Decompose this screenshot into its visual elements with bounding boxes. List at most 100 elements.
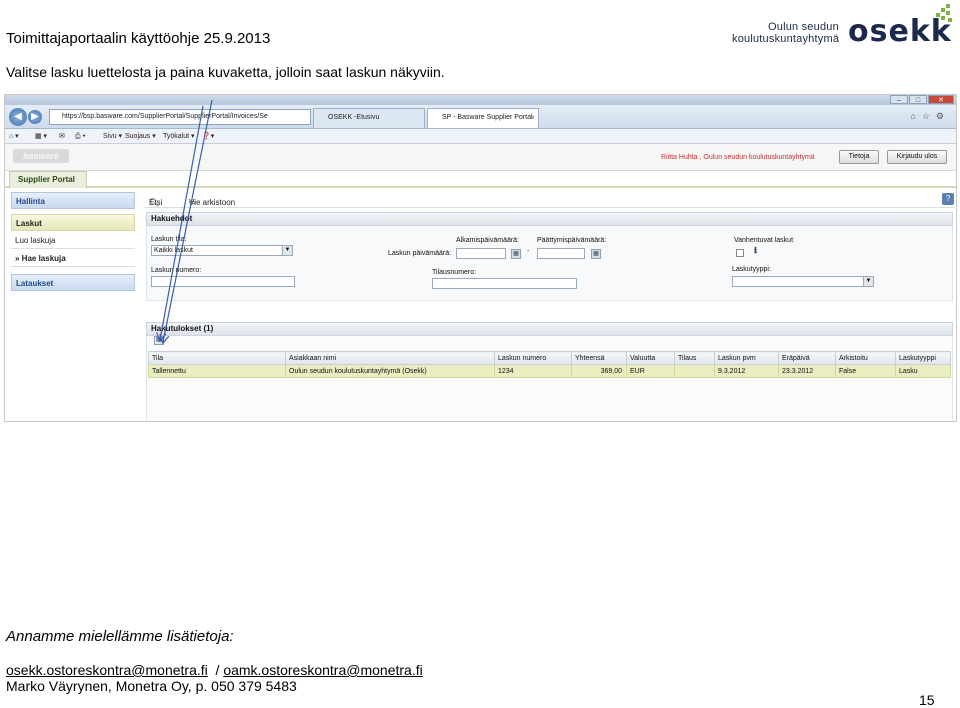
cell-asiakkaan-nimi: Oulun seudun koulutuskuntayhtymä (Osekk)	[285, 364, 495, 378]
info-icon: ℹ	[754, 246, 758, 255]
vie-arkistoon-label: Vie arkistoon	[189, 198, 236, 207]
alkamispaivamaara-label: Alkamispäivämäärä:	[456, 237, 520, 244]
footer-contacts: osekk.ostoreskontra@monetra.fi / oamk.os…	[6, 662, 423, 678]
tab-label: SP - Basware Supplier Portal	[442, 114, 533, 121]
sidebar-item-laskut[interactable]: Laskut	[11, 214, 135, 231]
tilausnumero-input[interactable]	[432, 278, 577, 289]
url-field[interactable]: https://bsp.basware.com/SupplierPortal/S…	[49, 109, 311, 125]
portal-menu: Supplier Portal	[5, 171, 956, 188]
cell-tilaus	[674, 364, 715, 378]
laskun-tila-label: Laskun tila:	[151, 236, 187, 243]
vanhentuvat-checkbox[interactable]	[736, 249, 744, 257]
user-info: Riitta Huhta , Oulun seudun koulutuskunt…	[661, 154, 815, 161]
browser-screenshot: – □ ✕ ◀ ▶ https://bsp.basware.com/Suppli…	[4, 94, 957, 422]
sidebar-item-hae-laskuja[interactable]: » Hae laskuja	[11, 250, 135, 267]
window-buttons: – □ ✕	[889, 95, 954, 105]
column-header[interactable]: Yhteensä	[571, 351, 627, 365]
column-header[interactable]: Arkistoitu	[835, 351, 896, 365]
logo-line2: koulutuskuntayhtymä	[732, 33, 840, 45]
cell-laskun-pvm: 9.3.2012	[714, 364, 779, 378]
address-bar: ◀ ▶ https://bsp.basware.com/SupplierPort…	[5, 105, 956, 129]
app-header: basware Riitta Huhta , Oulun seudun koul…	[5, 144, 956, 171]
laskun-numero-input[interactable]	[151, 276, 295, 287]
column-header[interactable]: Tilaus	[674, 351, 715, 365]
double-chevron-icon: »	[15, 254, 22, 263]
cell-valuutta: EUR	[626, 364, 675, 378]
table-row[interactable]: Tallennettu Oulun seudun koulutuskuntayh…	[148, 364, 951, 378]
command-bar: ⌂ ▾ ▦ ▾ ✉ ⎙ ▾ Sivu ▾ Suojaus ▾ Työkalut …	[5, 129, 956, 144]
print-icon[interactable]: ⎙ ▾	[75, 129, 86, 144]
etsi-label: Etsi	[149, 198, 163, 207]
search-toolbar: 🔍︎ Etsi ⇨ Vie arkistoon ?	[145, 192, 954, 208]
column-header[interactable]: Laskun numero	[494, 351, 572, 365]
sidebar: Hallinta Laskut Luo laskuja » Hae laskuj…	[11, 192, 135, 300]
email-separator: /	[207, 662, 224, 678]
close-tab-icon[interactable]: ×	[530, 109, 535, 127]
mail-icon[interactable]: ✉	[59, 129, 65, 144]
laskun-numero-label: Laskun numero:	[151, 267, 202, 274]
paattymispaivamaara-label: Päättymispäivämäärä:	[537, 237, 607, 244]
sidebar-item-hallinta[interactable]: Hallinta	[11, 192, 135, 209]
basware-logo: basware	[13, 149, 69, 163]
sidebar-item-lataukset[interactable]: Lataukset	[11, 274, 135, 291]
tab-osekk-etusivu[interactable]: OSEKK -Etusivu	[313, 108, 425, 128]
column-header[interactable]: Laskun pvm	[714, 351, 779, 365]
column-header[interactable]: Tila	[148, 351, 286, 365]
tietoja-button[interactable]: Tietoja	[839, 150, 879, 164]
column-header[interactable]: Eräpäivä	[778, 351, 836, 365]
table-header-row: Tila Asiakkaan nimi Laskun numero Yhteen…	[148, 351, 951, 365]
feeds-icon[interactable]: ▦ ▾	[35, 129, 47, 144]
menu-sivu[interactable]: Sivu ▾	[103, 129, 122, 144]
column-header[interactable]: Valuutta	[626, 351, 675, 365]
footer-contact-person: Marko Väyrynen, Monetra Oy, p. 050 379 5…	[6, 678, 297, 694]
sidebar-item-label: Hae laskuja	[21, 254, 66, 263]
column-header[interactable]: Laskutyyppi	[895, 351, 951, 365]
instruction-text: Valitse lasku luettelosta ja paina kuvak…	[6, 64, 445, 80]
laskun-tila-value: Kaikki laskut	[154, 247, 193, 254]
browser-toolbar-icons[interactable]: ⌂☆⚙	[910, 111, 950, 122]
footer-intro: Annamme mielellämme lisätietoja:	[6, 628, 234, 645]
help-icon[interactable]: ?	[942, 193, 954, 205]
tab-supplier-portal-app[interactable]: Supplier Portal	[9, 171, 87, 188]
document-title: Toimittajaportaalin käyttöohje 25.9.2013	[6, 30, 271, 47]
hakutulokset-heading: Hakutulokset (1)	[146, 322, 953, 336]
cell-tila: Tallennettu	[148, 364, 286, 378]
forward-arrow-icon[interactable]: ▶	[28, 110, 42, 124]
help-menu-icon[interactable]: ❓▾	[202, 129, 214, 144]
cell-laskun-numero: 1234	[494, 364, 572, 378]
sidebar-item-luo-laskuja[interactable]: Luo laskuja	[11, 232, 135, 249]
laskutyyppi-label: Laskutyyppi:	[732, 266, 771, 273]
cell-erapaiva: 23.3.2012	[778, 364, 836, 378]
minimize-button[interactable]: –	[890, 95, 908, 104]
osekk-logo: Oulun seudun koulutuskuntayhtymä osekk	[732, 4, 956, 49]
email-link-oamk[interactable]: oamk.ostoreskontra@monetra.fi	[223, 662, 422, 678]
maximize-button[interactable]: □	[909, 95, 927, 104]
kirjaudu-ulos-button[interactable]: Kirjaudu ulos	[887, 150, 947, 164]
menu-suojaus[interactable]: Suojaus ▾	[125, 129, 156, 144]
close-window-button[interactable]: ✕	[928, 95, 954, 104]
back-arrow-icon[interactable]: ◀	[9, 108, 27, 126]
results-area	[146, 336, 953, 421]
chevron-down-icon: ▼	[282, 246, 292, 255]
email-link-osekk[interactable]: osekk.ostoreskontra@monetra.fi	[6, 662, 208, 678]
view-invoice-icon[interactable]: ▤	[154, 336, 164, 345]
home-icon[interactable]: ⌂ ▾	[9, 129, 19, 144]
alkamispaivamaara-input[interactable]	[456, 248, 506, 259]
calendar-icon[interactable]: ▦	[511, 249, 521, 259]
results-table: Tila Asiakkaan nimi Laskun numero Yhteen…	[148, 351, 951, 378]
date-range-dash: -	[527, 248, 530, 255]
tab-label: OSEKK -Etusivu	[328, 114, 380, 121]
column-header[interactable]: Asiakkaan nimi	[285, 351, 495, 365]
laskun-paivamaara-label: Laskun päivämäärä:	[388, 250, 452, 257]
laskun-tila-select[interactable]: Kaikki laskut ▼	[151, 245, 293, 256]
tilausnumero-label: Tilausnumero:	[432, 269, 477, 276]
menu-tyokalut[interactable]: Työkalut ▾	[163, 129, 195, 144]
paattymispaivamaara-input[interactable]	[537, 248, 585, 259]
vanhentuvat-laskut-label: Vanhentuvat laskut	[734, 237, 794, 244]
window-titlebar: – □ ✕	[5, 95, 956, 105]
cell-arkistoitu: False	[835, 364, 896, 378]
logo-brand: osekk	[848, 14, 952, 49]
laskutyyppi-select[interactable]: ▼	[732, 276, 874, 287]
calendar-icon[interactable]: ▦	[591, 249, 601, 259]
tab-supplier-portal[interactable]: SP - Basware Supplier Portal ×	[427, 108, 539, 128]
